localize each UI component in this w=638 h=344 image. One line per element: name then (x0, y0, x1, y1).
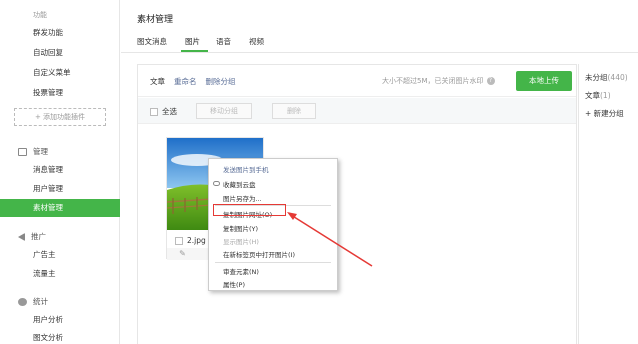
annotation-arrow (287, 212, 373, 267)
